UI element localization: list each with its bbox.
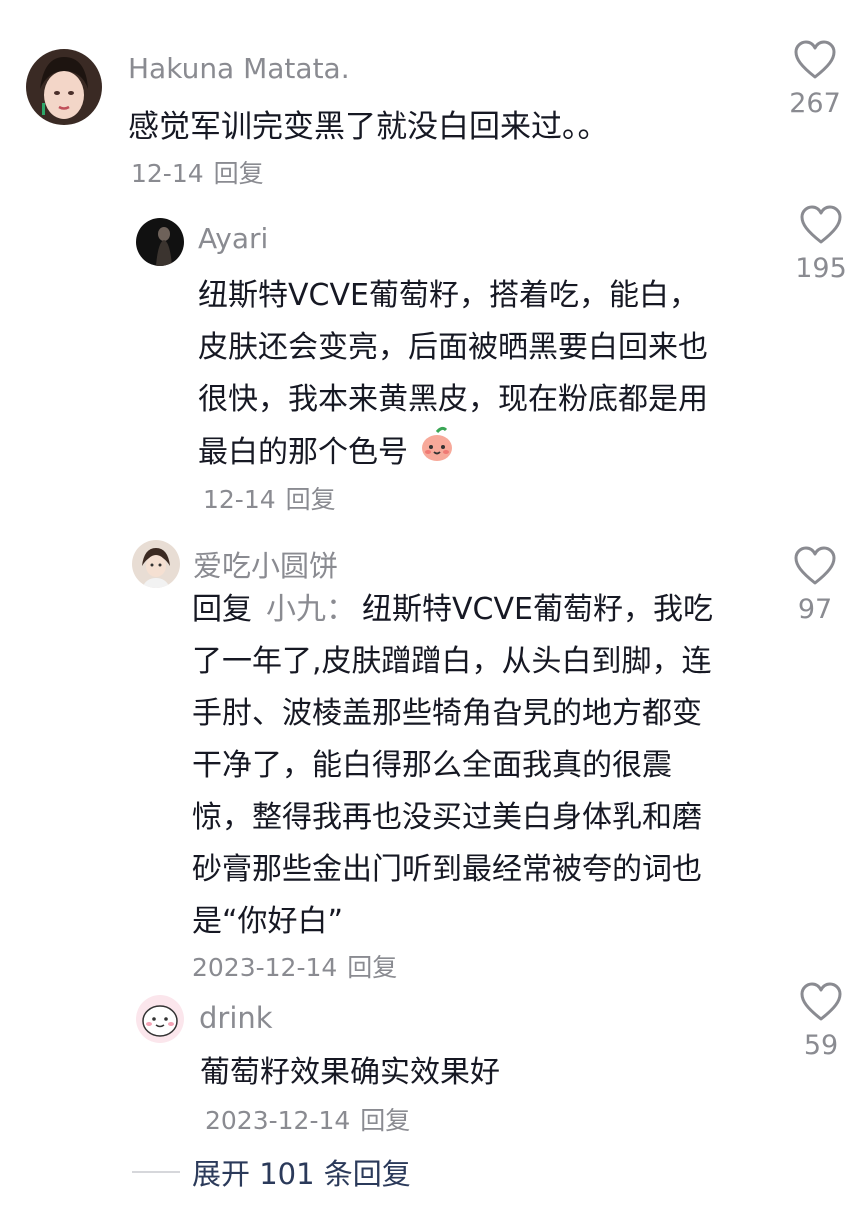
username[interactable]: Ayari (198, 222, 268, 255)
comment-text: 感觉军训完变黑了就没白回来过。。 (128, 109, 609, 145)
comment-meta: 12-14 回复 (203, 480, 336, 516)
like-count: 195 (795, 253, 847, 284)
comment-date: 12-14 (203, 485, 276, 514)
comment-body: 纽斯特VCVE葡萄籽，我吃了一年了,皮肤蹭蹭白，从头白到脚，连手肘、波棱盖那些犄… (192, 592, 713, 939)
reply-button[interactable]: 回复 (360, 1106, 410, 1135)
heart-icon (794, 546, 836, 585)
reply-button[interactable]: 回复 (286, 485, 336, 514)
comment-date: 2023-12-14 (205, 1106, 351, 1135)
comment-text: 回复 小九： 纽斯特VCVE葡萄籽，我吃了一年了,皮肤蹭蹭白，从头白到脚，连手肘、波… (192, 584, 724, 948)
avatar[interactable] (136, 218, 184, 266)
username[interactable]: Hakuna Matata. (128, 52, 350, 85)
expand-replies-button[interactable]: 展开 101 条回复 (132, 1152, 411, 1192)
comment-date: 2023-12-14 (192, 953, 338, 982)
comment-text: 葡萄籽效果确实效果好 (200, 1055, 500, 1090)
username[interactable]: 爱吃小圆饼 (193, 543, 338, 585)
like-button[interactable]: 195 (786, 205, 856, 284)
peach-face-emoji (418, 426, 456, 481)
like-button[interactable]: 267 (780, 40, 850, 119)
reply-button[interactable]: 回复 (347, 953, 397, 982)
mention-username[interactable]: 小九： (266, 592, 356, 627)
comment-meta: 2023-12-14 回复 (205, 1101, 410, 1137)
like-count: 59 (803, 1030, 839, 1061)
reply-prefix: 回复 (192, 592, 252, 627)
reply-button[interactable]: 回复 (214, 159, 264, 188)
like-count: 97 (797, 594, 833, 625)
expand-replies-label: 展开 101 条回复 (192, 1157, 411, 1191)
like-count: 267 (789, 88, 841, 119)
comment-meta: 12-14 回复 (131, 154, 264, 190)
comment-date: 12-14 (131, 159, 204, 188)
like-button[interactable]: 59 (786, 982, 856, 1061)
avatar[interactable] (136, 995, 184, 1043)
comment-text: 纽斯特VCVE葡萄籽，搭着吃，能白，皮肤还会变亮，后面被晒黑要白回来也很快，我本… (198, 270, 722, 481)
avatar[interactable] (132, 540, 180, 588)
heart-icon (800, 982, 842, 1021)
avatar[interactable] (26, 49, 102, 125)
username[interactable]: drink (199, 1001, 273, 1035)
like-button[interactable]: 97 (780, 546, 850, 625)
heart-icon (800, 205, 842, 244)
comment-meta: 2023-12-14 回复 (192, 948, 397, 984)
divider-line (132, 1171, 180, 1173)
heart-icon (794, 40, 836, 79)
